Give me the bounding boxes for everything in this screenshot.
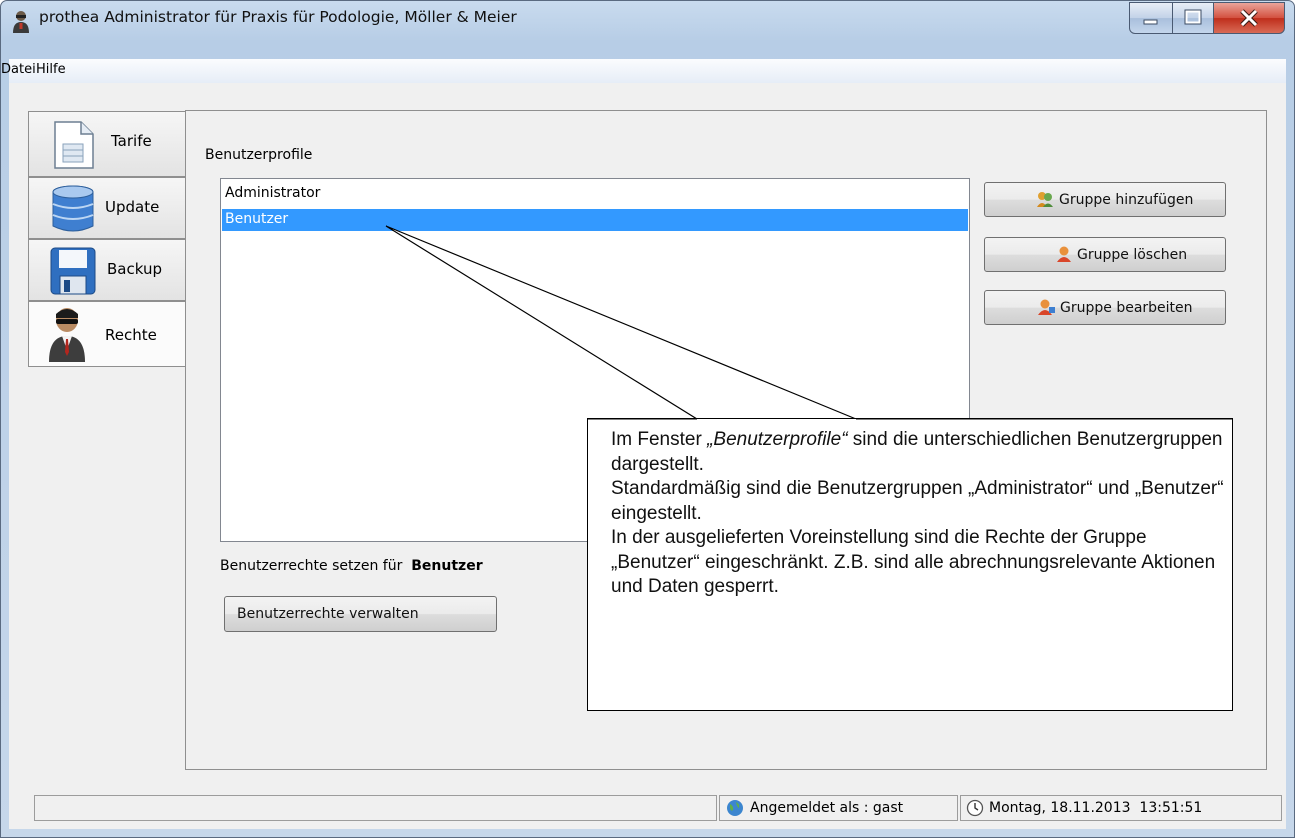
edit-group-button[interactable]: Gruppe bearbeiten	[984, 290, 1226, 325]
document-icon	[54, 121, 94, 169]
manage-rights-label: Benutzerrechte verwalten	[237, 606, 419, 622]
set-rights-target: Benutzer	[411, 558, 483, 574]
edit-group-label: Gruppe bearbeiten	[1060, 300, 1193, 316]
minimize-icon	[1143, 19, 1158, 25]
tab-rechte-label: Rechte	[105, 326, 157, 344]
window-title: prothea Administrator für Praxis für Pod…	[39, 8, 517, 26]
app-window: prothea Administrator für Praxis für Pod…	[0, 0, 1295, 838]
datetime-text: Montag, 18.11.2013 13:51:51	[989, 800, 1203, 816]
add-group-label: Gruppe hinzufügen	[1059, 192, 1194, 208]
manage-rights-button[interactable]: Benutzerrechte verwalten	[224, 596, 497, 632]
logged-in-text: Angemeldet als : gast	[750, 800, 904, 816]
callout-intro-emph: „Benutzerprofile“	[707, 429, 848, 450]
minimize-button[interactable]	[1129, 2, 1173, 34]
callout-line2: Standardmäßig sind die Benutzergruppen „…	[611, 478, 1224, 524]
list-item-selected[interactable]: Benutzer	[222, 209, 968, 231]
app-icon	[13, 11, 29, 33]
maximize-icon	[1184, 9, 1202, 25]
set-rights-prefix: Benutzerrechte setzen für	[220, 558, 403, 574]
edit-user-icon	[1038, 299, 1055, 315]
status-bar: Angemeldet als : gast Montag, 18.11.2013…	[9, 788, 1286, 828]
set-rights-label: Benutzerrechte setzen für Benutzer	[220, 558, 483, 574]
tab-backup-label: Backup	[107, 260, 162, 278]
clock-icon	[966, 799, 984, 817]
add-group-button[interactable]: Gruppe hinzufügen	[984, 182, 1226, 217]
title-bar[interactable]: prothea Administrator für Praxis für Pod…	[1, 1, 1294, 59]
status-logged-in: Angemeldet als : gast	[719, 795, 958, 821]
delete-group-button[interactable]: Gruppe löschen	[984, 237, 1226, 272]
status-pane-empty	[34, 795, 717, 821]
tab-backup[interactable]: Backup	[28, 239, 185, 301]
add-group-icon	[1037, 192, 1053, 207]
maximize-button[interactable]	[1172, 2, 1214, 34]
menu-bar: Datei Hilfe	[1, 59, 1286, 84]
tab-update[interactable]: Update	[28, 177, 185, 239]
callout-intro-prefix: Im Fenster	[611, 429, 708, 450]
menu-datei[interactable]: Datei	[1, 62, 36, 77]
close-button[interactable]	[1213, 2, 1285, 34]
globe-icon	[727, 800, 743, 816]
tab-tarife[interactable]: Tarife	[28, 111, 185, 177]
profiles-label: Benutzerprofile	[205, 147, 313, 163]
menu-hilfe[interactable]: Hilfe	[36, 62, 66, 77]
tab-update-label: Update	[105, 198, 160, 216]
status-datetime: Montag, 18.11.2013 13:51:51	[960, 795, 1282, 821]
callout-join	[588, 419, 1232, 421]
delete-user-icon	[1057, 246, 1071, 262]
list-item[interactable]: Administrator	[222, 183, 968, 205]
delete-group-label: Gruppe löschen	[1077, 247, 1188, 263]
tab-tarife-label: Tarife	[111, 132, 152, 150]
user-sunglasses-icon	[49, 308, 85, 362]
callout-line3: In der ausgelieferten Voreinstellung sin…	[611, 527, 1216, 597]
floppy-disk-icon	[50, 247, 96, 295]
database-icon	[52, 185, 94, 232]
annotation-callout: Im Fenster „Benutzerprofile“ sind die un…	[587, 418, 1233, 711]
callout-intro: Im Fenster „Benutzerprofile“ sind die un…	[611, 428, 1232, 477]
tab-rechte[interactable]: Rechte	[28, 301, 185, 367]
close-icon	[1240, 9, 1258, 27]
